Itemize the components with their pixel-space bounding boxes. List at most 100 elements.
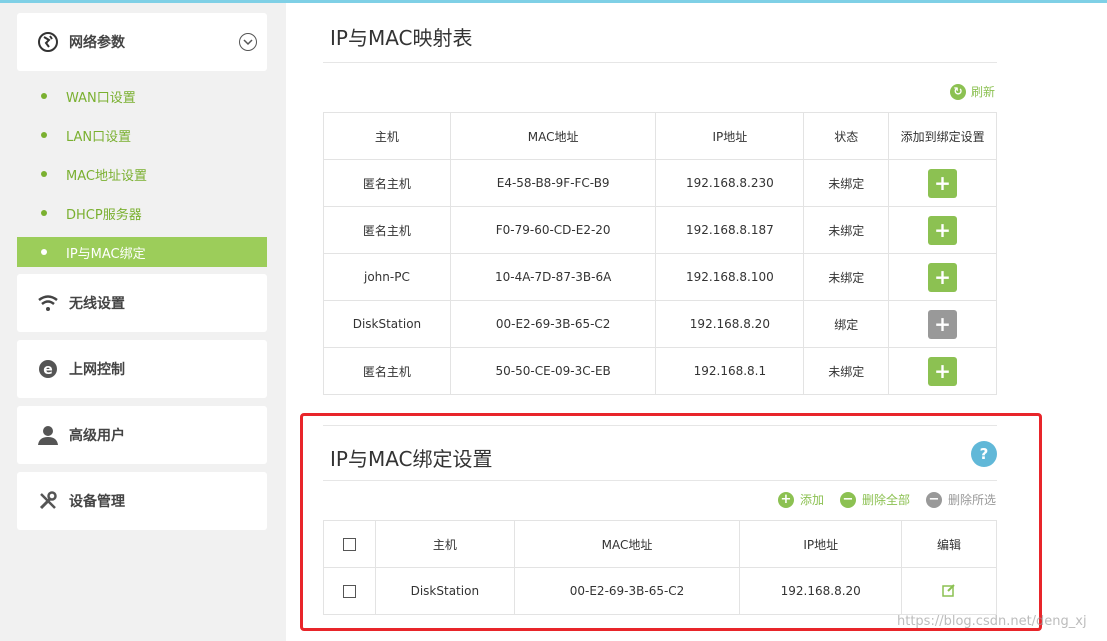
delete-selected-label: 删除所选	[948, 493, 997, 507]
mac-cell: 00-E2-69-3B-65-C2	[513, 567, 741, 615]
bullet-icon	[41, 171, 47, 177]
column-header: 主机	[374, 520, 515, 568]
add-binding-button[interactable]: +	[928, 215, 958, 245]
sidebar-item-ip-mac-binding[interactable]: IP与MAC绑定	[17, 237, 267, 267]
column-header: MAC地址	[513, 520, 741, 568]
action-cell: +	[888, 253, 997, 301]
ip-mac-mapping-table: 主机 MAC地址 IP地址 状态 添加到绑定设置 匿名主机 E4-58-B8-9…	[323, 112, 997, 395]
add-binding-button[interactable]: +	[928, 356, 958, 386]
minus-circle-icon: −	[840, 491, 856, 508]
host-cell: 匿名主机	[323, 159, 451, 207]
sidebar-item-mac-address[interactable]: MAC地址设置	[17, 159, 267, 189]
delete-all-label: 删除全部	[862, 493, 911, 507]
column-header: IP地址	[655, 112, 805, 160]
sidebar: 网络参数 WAN口设置 LAN口设置 MAC地址设置 DHCP服务器 IP与MA…	[0, 3, 286, 641]
select-cell	[323, 567, 376, 615]
sidebar-network-label: 网络参数	[69, 35, 125, 51]
minus-circle-icon: −	[926, 491, 942, 508]
sidebar-advanced-label: 高级用户	[69, 428, 125, 444]
divider	[323, 62, 997, 63]
table-row: 匿名主机 E4-58-B8-9F-FC-B9 192.168.8.230 未绑定…	[323, 159, 997, 207]
edit-cell	[901, 567, 997, 615]
host-cell: 匿名主机	[323, 347, 451, 395]
status-cell: 未绑定	[803, 206, 890, 254]
status-cell: 未绑定	[803, 347, 890, 395]
sidebar-access-control[interactable]: e 上网控制	[17, 340, 267, 398]
refresh-icon: ↻	[950, 83, 966, 100]
mapping-title: IP与MAC映射表	[330, 26, 473, 50]
table-row: DiskStation 00-E2-69-3B-65-C2 192.168.8.…	[323, 567, 997, 615]
delete-all-button[interactable]: − 删除全部	[840, 491, 910, 508]
sidebar-access-label: 上网控制	[69, 362, 125, 378]
bullet-icon	[41, 249, 47, 255]
ip-cell: 192.168.8.20	[739, 567, 903, 615]
sidebar-wireless-label: 无线设置	[69, 296, 125, 312]
globe-icon	[37, 31, 59, 53]
bullet-icon	[41, 93, 47, 99]
sidebar-network-params[interactable]: 网络参数	[17, 13, 267, 71]
mac-cell: 00-E2-69-3B-65-C2	[449, 300, 657, 348]
refresh-label: 刷新	[971, 85, 996, 99]
binding-title: IP与MAC绑定设置	[330, 447, 493, 471]
add-label: 添加	[800, 493, 825, 507]
mac-cell: E4-58-B8-9F-FC-B9	[449, 159, 657, 207]
help-icon[interactable]: ?	[971, 441, 997, 467]
status-cell: 绑定	[803, 300, 890, 348]
svg-text:e: e	[43, 362, 53, 378]
sidebar-item-wan[interactable]: WAN口设置	[17, 81, 267, 111]
binding-table: 主机 MAC地址 IP地址 编辑 DiskStation 00-E2-69-3B…	[323, 520, 997, 615]
column-header: IP地址	[739, 520, 903, 568]
column-header: MAC地址	[449, 112, 657, 160]
table-header-row: 主机 MAC地址 IP地址 状态 添加到绑定设置	[323, 112, 997, 160]
edit-icon[interactable]	[942, 583, 956, 600]
sidebar-item-label: IP与MAC绑定	[66, 246, 146, 262]
add-binding-button-disabled[interactable]: +	[928, 309, 958, 339]
plus-circle-icon: +	[778, 491, 794, 508]
column-header: 添加到绑定设置	[888, 112, 997, 160]
status-cell: 未绑定	[803, 253, 890, 301]
sidebar-device-management[interactable]: 设备管理	[17, 472, 267, 530]
sidebar-item-lan[interactable]: LAN口设置	[17, 120, 267, 150]
bullet-icon	[41, 210, 47, 216]
action-cell: +	[888, 347, 997, 395]
column-header: 主机	[323, 112, 451, 160]
mac-cell: F0-79-60-CD-E2-20	[449, 206, 657, 254]
chevron-down-icon[interactable]	[239, 33, 257, 51]
add-binding-button[interactable]: +	[928, 262, 958, 292]
sidebar-item-label: MAC地址设置	[66, 168, 147, 184]
e-icon: e	[37, 358, 59, 380]
delete-selected-button[interactable]: − 删除所选	[926, 491, 996, 508]
sidebar-item-label: DHCP服务器	[66, 207, 142, 223]
table-row: 匿名主机 F0-79-60-CD-E2-20 192.168.8.187 未绑定…	[323, 206, 997, 254]
tools-icon	[37, 490, 59, 512]
column-header: 编辑	[901, 520, 997, 568]
refresh-button[interactable]: ↻ 刷新	[950, 83, 995, 100]
add-binding-button[interactable]: +	[928, 168, 958, 198]
table-row: 匿名主机 50-50-CE-09-3C-EB 192.168.8.1 未绑定 +	[323, 347, 997, 395]
action-cell: +	[888, 159, 997, 207]
action-cell: +	[888, 206, 997, 254]
sidebar-wireless[interactable]: 无线设置	[17, 274, 267, 332]
watermark: https://blog.csdn.net/deng_xj	[897, 614, 1087, 629]
user-icon	[37, 424, 59, 446]
select-all-checkbox[interactable]	[342, 538, 356, 551]
column-header: 状态	[803, 112, 890, 160]
table-row: john-PC 10-4A-7D-87-3B-6A 192.168.8.100 …	[323, 253, 997, 301]
table-header-row: 主机 MAC地址 IP地址 编辑	[323, 520, 997, 568]
host-cell: john-PC	[323, 253, 451, 301]
ip-cell: 192.168.8.20	[655, 300, 805, 348]
divider	[323, 480, 997, 481]
sidebar-item-label: WAN口设置	[66, 90, 136, 106]
ip-cell: 192.168.8.230	[655, 159, 805, 207]
ip-cell: 192.168.8.100	[655, 253, 805, 301]
ip-cell: 192.168.8.1	[655, 347, 805, 395]
status-cell: 未绑定	[803, 159, 890, 207]
sidebar-advanced-user[interactable]: 高级用户	[17, 406, 267, 464]
row-checkbox[interactable]	[342, 585, 356, 598]
host-cell: 匿名主机	[323, 206, 451, 254]
sidebar-item-dhcp[interactable]: DHCP服务器	[17, 198, 267, 228]
sidebar-device-label: 设备管理	[69, 494, 125, 510]
host-cell: DiskStation	[323, 300, 451, 348]
add-button[interactable]: + 添加	[778, 491, 824, 508]
mac-cell: 10-4A-7D-87-3B-6A	[449, 253, 657, 301]
